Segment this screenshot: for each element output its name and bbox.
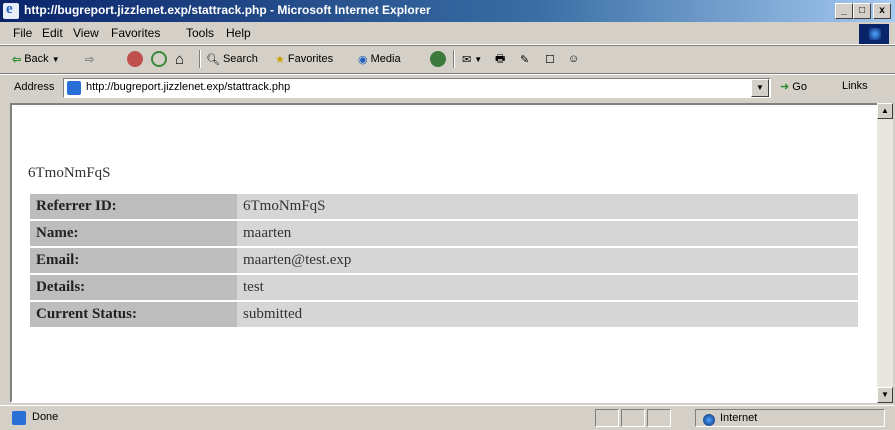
stop-button[interactable] — [127, 49, 143, 69]
chevron-down-icon: ▼ — [51, 54, 60, 64]
star-icon: ★ — [275, 53, 285, 66]
refresh-button[interactable] — [151, 49, 167, 69]
menu-bar: File Edit View Favorites Tools Help — [0, 22, 895, 45]
table-row: Details: test — [30, 275, 858, 300]
refresh-icon — [151, 51, 167, 67]
row-label: Name: — [30, 221, 237, 246]
window-title: http://bugreport.jizzlenet.exp/stattrack… — [24, 3, 431, 17]
back-label: Back — [24, 53, 49, 65]
status-table: Referrer ID: 6TmoNmFqS Name: maarten Ema… — [30, 192, 858, 329]
menu-edit[interactable]: Edit — [42, 26, 63, 40]
go-arrow-icon: ➜ — [780, 81, 790, 93]
media-button[interactable]: ◉ Media — [358, 49, 401, 69]
standard-toolbar: ⇦ Back ▼ ⇨ ⌂ 🔍︎ Search ★ Favorites ◉ Med… — [0, 46, 895, 72]
row-label: Referrer ID: — [30, 194, 237, 219]
go-label: Go — [792, 81, 807, 93]
messenger-button[interactable]: ☺ — [568, 49, 579, 69]
status-text: Done — [32, 411, 59, 423]
back-arrow-icon: ⇦ — [12, 53, 22, 66]
menu-file[interactable]: File — [13, 26, 32, 40]
table-row: Referrer ID: 6TmoNmFqS — [30, 194, 858, 219]
page-done-icon — [12, 411, 26, 425]
edit-icon: ✎ — [520, 53, 530, 66]
favorites-label: Favorites — [287, 53, 334, 65]
page-icon — [67, 81, 81, 95]
menu-view[interactable]: View — [73, 26, 99, 40]
forward-button[interactable]: ⇨ — [85, 49, 94, 69]
close-button[interactable]: x — [873, 3, 891, 19]
search-icon: 🔍︎ — [206, 53, 220, 66]
status-pane — [647, 409, 671, 427]
address-bar: Address http://bugreport.jizzlenet.exp/s… — [0, 74, 895, 101]
windows-logo-icon — [859, 24, 889, 44]
favorites-button[interactable]: ★ Favorites — [275, 49, 333, 69]
links-button[interactable]: Links — [842, 80, 868, 92]
history-button[interactable] — [430, 49, 446, 69]
title-bar: http://bugreport.jizzlenet.exp/stattrack… — [0, 0, 895, 22]
media-icon: ◉ — [358, 53, 368, 66]
row-value: submitted — [237, 302, 858, 327]
zone-text: Internet — [720, 412, 758, 424]
address-dropdown-icon[interactable]: ▼ — [751, 79, 769, 97]
address-url: http://bugreport.jizzlenet.exp/stattrack… — [86, 81, 291, 93]
go-button[interactable]: ➜ Go — [780, 80, 807, 93]
status-bar: Done Internet — [0, 405, 895, 430]
print-icon: 🖶︎ — [495, 52, 506, 65]
chevron-down-icon: ▼ — [474, 54, 483, 64]
menu-tools[interactable]: Tools — [186, 26, 214, 40]
row-value: 6TmoNmFqS — [237, 194, 858, 219]
media-label: Media — [370, 53, 401, 65]
mail-button[interactable]: ✉ ▼ — [462, 49, 482, 69]
minimize-button[interactable]: _ — [835, 3, 853, 19]
table-row: Current Status: submitted — [30, 302, 858, 327]
scroll-up-icon[interactable]: ▲ — [877, 103, 893, 119]
status-pane — [621, 409, 645, 427]
row-value: maarten — [237, 221, 858, 246]
discuss-icon: ☐ — [545, 53, 555, 66]
scroll-down-icon[interactable]: ▼ — [877, 387, 893, 403]
home-icon: ⌂ — [175, 50, 185, 68]
status-pane — [595, 409, 619, 427]
globe-icon — [703, 414, 715, 426]
address-label: Address — [14, 81, 55, 93]
discuss-button[interactable]: ☐ — [545, 49, 555, 69]
table-row: Name: maarten — [30, 221, 858, 246]
search-label: Search — [222, 53, 258, 65]
row-label: Current Status: — [30, 302, 237, 327]
mail-icon: ✉ — [462, 53, 472, 66]
row-value: maarten@test.exp — [237, 248, 858, 273]
history-icon — [430, 51, 446, 67]
referrer-heading: 6TmoNmFqS — [28, 165, 111, 181]
row-label: Email: — [30, 248, 237, 273]
messenger-icon: ☺ — [568, 53, 580, 65]
row-label: Details: — [30, 275, 237, 300]
menu-help[interactable]: Help — [226, 26, 251, 40]
vertical-scrollbar[interactable]: ▲ ▼ — [877, 103, 893, 403]
forward-arrow-icon: ⇨ — [85, 53, 95, 66]
maximize-button[interactable]: □ — [853, 3, 871, 19]
print-button[interactable]: 🖶︎ — [495, 49, 505, 69]
row-value: test — [237, 275, 858, 300]
search-button[interactable]: 🔍︎ Search — [206, 49, 258, 69]
edit-button[interactable]: ✎ — [520, 49, 529, 69]
home-button[interactable]: ⌂ — [175, 49, 184, 69]
stop-icon — [127, 51, 143, 67]
address-input[interactable]: http://bugreport.jizzlenet.exp/stattrack… — [63, 78, 771, 98]
back-button[interactable]: ⇦ Back ▼ — [12, 49, 60, 69]
table-row: Email: maarten@test.exp — [30, 248, 858, 273]
menu-favorites[interactable]: Favorites — [111, 26, 160, 40]
ie-logo-icon — [3, 1, 19, 19]
